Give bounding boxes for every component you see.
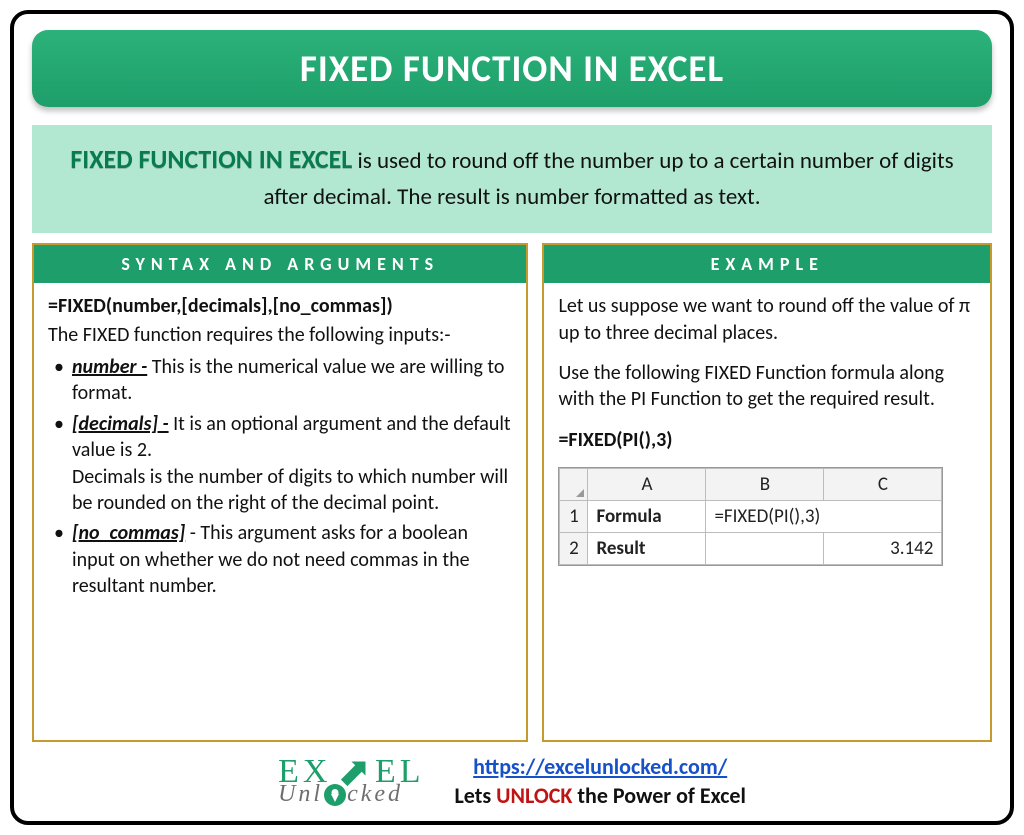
logo: EX ⬈ EL Unl cked [278, 757, 424, 806]
col-c: C [824, 469, 942, 501]
footer: EX ⬈ EL Unl cked https://excelunlocked.c… [32, 752, 992, 811]
example-p1: Let us suppose we want to round off the … [558, 293, 976, 346]
syntax-panel: SYNTAX AND ARGUMENTS =FIXED(number,[deci… [32, 243, 528, 741]
table-header-row: A B C [560, 469, 942, 501]
row-num: 1 [560, 501, 588, 533]
keyhole-icon [324, 784, 346, 806]
syntax-requires: The FIXED function requires the followin… [48, 322, 512, 348]
excel-table: A B C 1 Formula =FIXED(PI(),3) 2 Result [558, 467, 943, 566]
cell-b1: =FIXED(PI(),3) [706, 501, 942, 533]
example-body: Let us suppose we want to round off the … [544, 283, 990, 739]
arg-name: number - [72, 355, 147, 379]
arg-desc2: Decimals is the number of digits to whic… [72, 464, 512, 517]
cell-b2 [706, 533, 824, 565]
table-row: 2 Result 3.142 [560, 533, 942, 565]
columns: SYNTAX AND ARGUMENTS =FIXED(number,[deci… [32, 243, 992, 741]
syntax-body: =FIXED(number,[decimals],[no_commas]) Th… [34, 283, 526, 739]
intro-lead: FIXED FUNCTION IN EXCEL [70, 143, 352, 175]
footer-text: https://excelunlocked.com/ Lets UNLOCK t… [454, 752, 745, 811]
cell-a2: Result [588, 533, 706, 565]
tagline: Lets UNLOCK the Power of Excel [454, 782, 745, 809]
logo-text: cked [347, 784, 403, 806]
page-title: FIXED FUNCTION IN EXCEL [32, 30, 992, 107]
col-a: A [588, 469, 706, 501]
tagline-post: the Power of Excel [572, 782, 745, 809]
arg-number: number - This is the numerical value we … [48, 354, 512, 407]
cell-c2: 3.142 [824, 533, 942, 565]
col-b: B [706, 469, 824, 501]
tagline-unlock: UNLOCK [496, 782, 572, 809]
example-p2: Use the following FIXED Function formula… [558, 360, 976, 413]
cell-a1: Formula [588, 501, 706, 533]
logo-row2: Unl cked [278, 784, 403, 806]
arg-name: [decimals] - [72, 412, 169, 436]
argument-list: number - This is the numerical value we … [48, 354, 512, 600]
arg-decimals: [decimals] - It is an optional argument … [48, 411, 512, 517]
website-link[interactable]: https://excelunlocked.com/ [473, 753, 727, 780]
table-row: 1 Formula =FIXED(PI(),3) [560, 501, 942, 533]
tagline-pre: Lets [454, 782, 496, 809]
example-formula: =FIXED(PI(),3) [558, 427, 976, 453]
example-header: EXAMPLE [544, 245, 990, 283]
syntax-formula: =FIXED(number,[decimals],[no_commas]) [48, 293, 512, 319]
intro-box: FIXED FUNCTION IN EXCEL is used to round… [32, 125, 992, 233]
syntax-header: SYNTAX AND ARGUMENTS [34, 245, 526, 283]
row-num: 2 [560, 533, 588, 565]
example-panel: EXAMPLE Let us suppose we want to round … [542, 243, 992, 741]
intro-rest: is used to round off the number up to a … [263, 147, 953, 211]
logo-text: Unl [278, 784, 323, 806]
infographic-frame: FIXED FUNCTION IN EXCEL FIXED FUNCTION I… [10, 10, 1014, 825]
arg-name: [no_commas] [72, 521, 185, 545]
select-all-corner [560, 469, 588, 501]
arg-no-commas: [no_commas] - This argument asks for a b… [48, 520, 512, 599]
